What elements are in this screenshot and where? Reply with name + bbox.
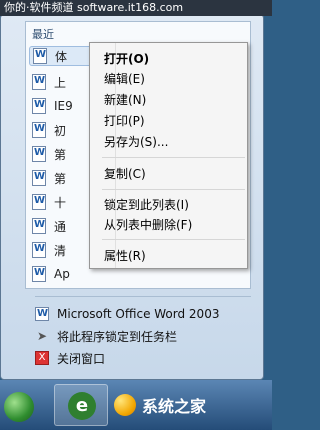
task-label: Microsoft Office Word 2003 (57, 307, 220, 321)
menu-item-open[interactable]: 打开(O) (104, 49, 149, 69)
start-button[interactable] (4, 392, 34, 422)
close-icon: X (35, 351, 49, 365)
recent-item[interactable]: 第 (32, 168, 66, 188)
close-window-task[interactable]: X 关闭窗口 (35, 347, 255, 369)
recent-item[interactable]: Ap (32, 264, 70, 284)
recent-item-label: 上 (54, 75, 67, 90)
tasks-divider (35, 296, 251, 297)
task-label: 将此程序锁定到任务栏 (57, 329, 178, 344)
recent-item-label: 清 (54, 243, 67, 258)
recent-item[interactable]: 上 (32, 72, 66, 92)
recent-item-label: 体 (55, 49, 68, 64)
word-document-icon (33, 48, 47, 64)
menu-item-new[interactable]: 新建(N) (104, 90, 146, 110)
menu-item-remove-from-list[interactable]: 从列表中删除(F) (104, 215, 192, 235)
menu-item-edit[interactable]: 编辑(E) (104, 69, 145, 89)
pin-to-taskbar-task[interactable]: ➤ 将此程序锁定到任务栏 (35, 325, 255, 347)
recent-item[interactable]: 通 (32, 216, 66, 236)
word-document-icon (32, 170, 46, 186)
recent-item-label: 第 (54, 147, 67, 162)
word-document-icon (32, 74, 46, 90)
menu-separator (102, 189, 245, 190)
watermark-text: 你的·软件频道 software.it168.com (0, 0, 272, 16)
recent-header: 最近 (32, 28, 54, 41)
menu-separator (102, 157, 245, 158)
word-document-icon (32, 242, 46, 258)
taskbar: e 系统之家 (0, 380, 272, 430)
brand-icon (114, 394, 136, 416)
open-word-task[interactable]: Microsoft Office Word 2003 (35, 303, 255, 325)
recent-item[interactable]: IE9 (32, 96, 73, 116)
menu-separator (102, 239, 245, 240)
recent-item-label: 通 (54, 219, 67, 234)
ie-taskbar-button[interactable]: e (54, 384, 108, 426)
recent-item[interactable]: 初 (32, 120, 66, 140)
brand-text: 系统之家 (142, 397, 207, 416)
menu-item-save-as[interactable]: 另存为(S)... (104, 132, 168, 152)
recent-item[interactable]: 清 (32, 240, 66, 260)
menu-item-print[interactable]: 打印(P) (104, 111, 145, 131)
recent-item[interactable]: 十 (32, 192, 66, 212)
word-document-icon (32, 122, 46, 138)
brand-logo: 系统之家 (114, 391, 206, 419)
ie-icon: e (68, 392, 96, 420)
menu-item-copy[interactable]: 复制(C) (104, 164, 146, 184)
menu-item-pin-to-list[interactable]: 锁定到此列表(I) (104, 195, 189, 215)
word-document-icon (32, 146, 46, 162)
recent-item-label: 十 (54, 195, 67, 210)
word-document-icon (32, 194, 46, 210)
word-icon (35, 307, 49, 321)
word-document-icon (32, 266, 46, 282)
recent-item-label: IE9 (54, 99, 73, 113)
pin-icon: ➤ (36, 329, 48, 343)
context-menu: 打开(O) 编辑(E) 新建(N) 打印(P) 另存为(S)... 复制(C) … (89, 42, 248, 269)
recent-item-label: Ap (54, 267, 70, 281)
recent-item-label: 第 (54, 171, 67, 186)
recent-item-label: 初 (54, 123, 67, 138)
word-document-icon (32, 218, 46, 234)
word-document-icon (32, 98, 46, 114)
tasks-list: Microsoft Office Word 2003 ➤ 将此程序锁定到任务栏 … (35, 303, 255, 369)
recent-item[interactable]: 第 (32, 144, 66, 164)
task-label: 关闭窗口 (57, 351, 106, 366)
menu-item-properties[interactable]: 属性(R) (104, 246, 146, 266)
